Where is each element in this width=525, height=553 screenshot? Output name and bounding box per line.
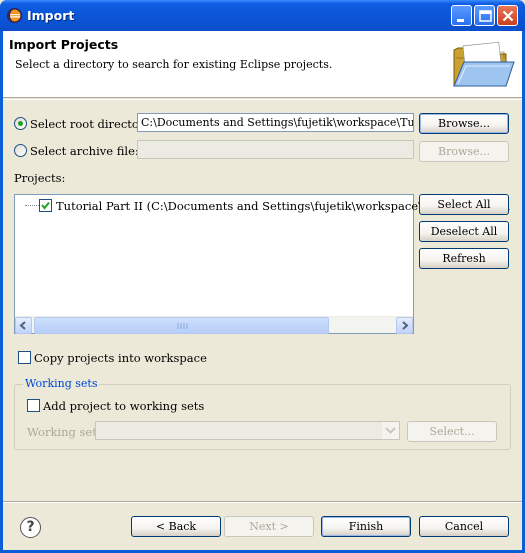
working-sets-group: Working sets Add project to working sets… [14,377,511,450]
add-to-working-sets-label: Add project to working sets [43,399,205,413]
footer-divider-highlight [3,502,522,503]
dialog-client: Import Projects Select a directory to se… [3,31,522,550]
dropdown-button[interactable] [382,422,399,439]
projects-list[interactable]: Tutorial Part II (C:\Documents and Setti… [14,194,511,334]
folder-wizard-icon [453,41,515,87]
page-title: Import Projects [9,37,119,52]
help-button[interactable]: ? [20,517,41,538]
scroll-thumb[interactable] [34,317,329,334]
grip-icon [177,323,188,329]
close-icon [502,10,514,22]
checkmark-icon [41,201,50,210]
header-separator [3,99,522,100]
wizard-header: Import Projects Select a directory to se… [3,31,522,98]
next-button[interactable]: Next > [224,516,314,537]
archive-file-field[interactable] [137,140,414,159]
root-directory-radio[interactable] [14,117,27,130]
import-window: Import Import Projects Select a director… [0,0,525,553]
chevron-down-icon [385,427,396,434]
title-bar[interactable]: Import [0,0,525,31]
maximize-icon [479,10,492,22]
minimize-button[interactable] [451,5,472,26]
back-button[interactable]: < Back [131,516,221,537]
horizontal-scrollbar[interactable] [15,316,413,334]
cancel-button[interactable]: Cancel [419,516,509,537]
root-browse-button[interactable]: Browse... [419,113,509,134]
finish-button[interactable]: Finish [321,516,411,537]
refresh-button[interactable]: Refresh [419,248,509,269]
root-directory-field[interactable]: C:\Documents and Settings\fujetik\worksp… [137,113,414,132]
working-sets-title: Working sets [23,377,100,390]
archive-file-radio[interactable] [14,144,27,157]
archive-file-label: Select archive file: [30,144,139,158]
add-to-working-sets-checkbox[interactable] [27,399,40,412]
root-directory-label: Select root directory: [30,117,155,131]
select-all-button[interactable]: Select All [419,194,509,215]
working-sets-combo[interactable] [95,421,400,440]
minimize-icon [457,19,464,22]
window-title: Import [27,8,75,23]
tree-line [25,205,39,206]
page-description: Select a directory to search for existin… [15,58,333,71]
close-button[interactable] [497,5,518,26]
archive-browse-button[interactable]: Browse... [419,141,509,162]
chevron-right-icon [402,321,409,330]
project-checkbox[interactable] [39,199,52,212]
chevron-left-icon [19,321,26,330]
maximize-button[interactable] [474,5,495,26]
eclipse-icon [7,8,22,23]
copy-projects-label: Copy projects into workspace [34,351,207,365]
scroll-right-button[interactable] [396,317,413,334]
deselect-all-button[interactable]: Deselect All [419,221,509,242]
scroll-left-button[interactable] [15,317,32,334]
copy-projects-checkbox[interactable] [18,351,31,364]
projects-label: Projects: [14,171,66,185]
working-sets-select-button[interactable]: Select... [407,421,497,442]
